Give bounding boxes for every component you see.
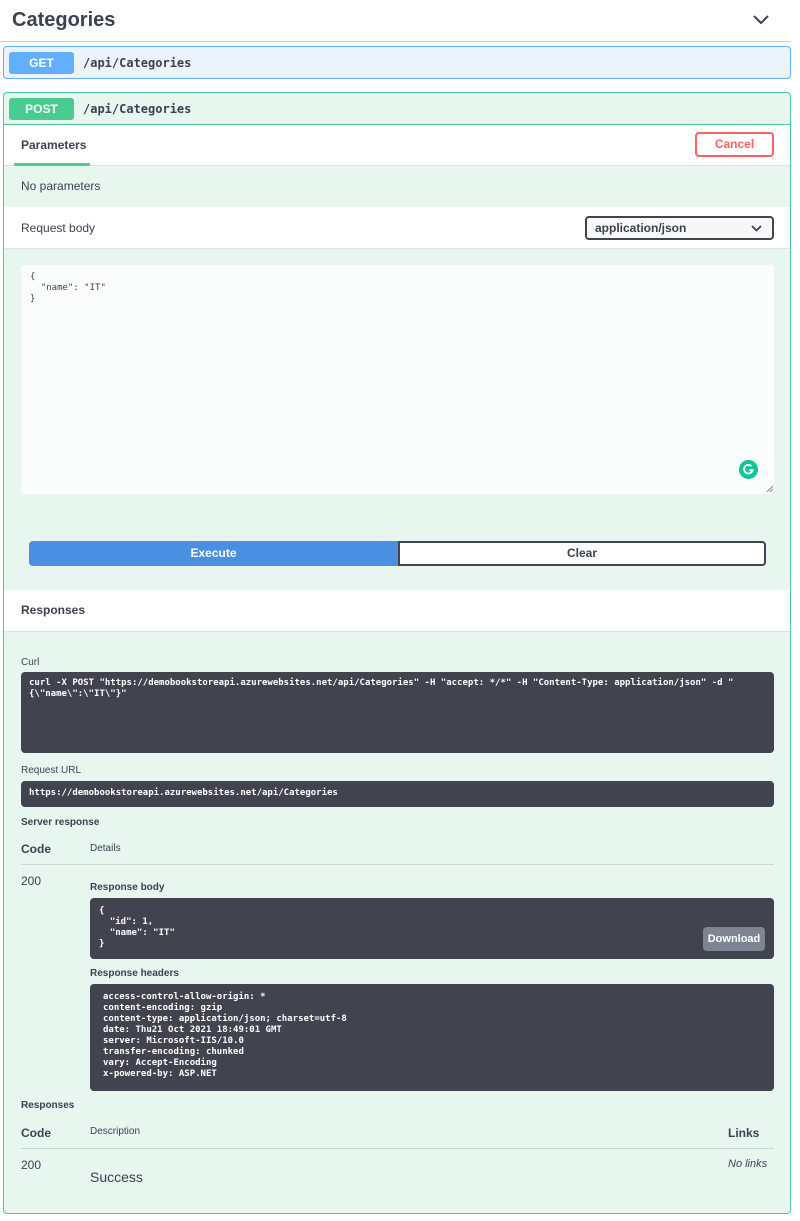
responses-table-title: Responses [21, 1100, 75, 1111]
request-body-label: Request body [21, 221, 96, 235]
request-url: https://demobookstoreapi.azurewebsites.n… [21, 781, 774, 807]
parameters-bar: Parameters Cancel [4, 125, 790, 166]
download-button[interactable]: Download [703, 927, 765, 951]
content-type-value: application/json [595, 221, 687, 235]
response-body: { "id": 1, "name": "IT" } [90, 898, 774, 959]
cancel-button[interactable]: Cancel [695, 132, 774, 157]
chevron-down-icon [751, 225, 762, 232]
execute-button[interactable]: Execute [29, 541, 398, 566]
responses-bar: Responses [4, 590, 790, 632]
tag-title: Categories [12, 9, 116, 31]
responses-description-header: Description [90, 1126, 141, 1137]
post-summary[interactable]: POST /api/Categories [4, 93, 790, 125]
tab-active-indicator [14, 163, 90, 166]
responses-code-header: Code [21, 1126, 51, 1140]
chevron-down-icon[interactable] [751, 11, 771, 29]
curl-command: curl -X POST "https://demobookstoreapi.a… [21, 672, 774, 753]
execute-button-group: Execute Clear [29, 541, 766, 566]
post-path: /api/Categories [83, 102, 192, 116]
details-header: Details [90, 843, 121, 854]
content-type-select[interactable]: application/json [585, 216, 774, 240]
server-response-label: Server response [21, 817, 100, 828]
tab-parameters[interactable]: Parameters [21, 138, 86, 152]
response-headers: access-control-allow-origin: * content-e… [90, 984, 774, 1091]
get-path: /api/Categories [83, 56, 192, 70]
request-url-label: Request URL [21, 765, 82, 776]
clear-button[interactable]: Clear [398, 541, 766, 566]
responses-title: Responses [21, 603, 86, 617]
divider [21, 1148, 774, 1149]
grammarly-icon[interactable] [739, 460, 758, 479]
curl-label: Curl [21, 657, 40, 668]
request-body-bar: Request body application/json [4, 207, 790, 249]
post-method-badge: POST [9, 98, 74, 120]
response-body-label: Response body [90, 882, 165, 893]
request-body-textarea[interactable]: { "name": "IT" } [21, 265, 774, 494]
no-parameters-text: No parameters [21, 179, 101, 193]
response-headers-label: Response headers [90, 968, 179, 979]
get-operation[interactable]: GET /api/Categories [3, 46, 791, 79]
response-code: 200 [21, 874, 42, 888]
code-header: Code [21, 842, 51, 856]
get-method-badge: GET [9, 52, 74, 74]
divider [21, 864, 774, 865]
table-row-code: 200 [21, 1158, 42, 1172]
resize-handle-icon[interactable] [766, 485, 774, 493]
responses-links-header: Links [728, 1126, 760, 1140]
post-operation: POST /api/Categories Parameters Cancel N… [3, 92, 791, 1214]
table-row-description: Success [90, 1169, 143, 1185]
table-row-links: No links [728, 1158, 768, 1170]
tag-header[interactable]: Categories [0, 0, 791, 42]
